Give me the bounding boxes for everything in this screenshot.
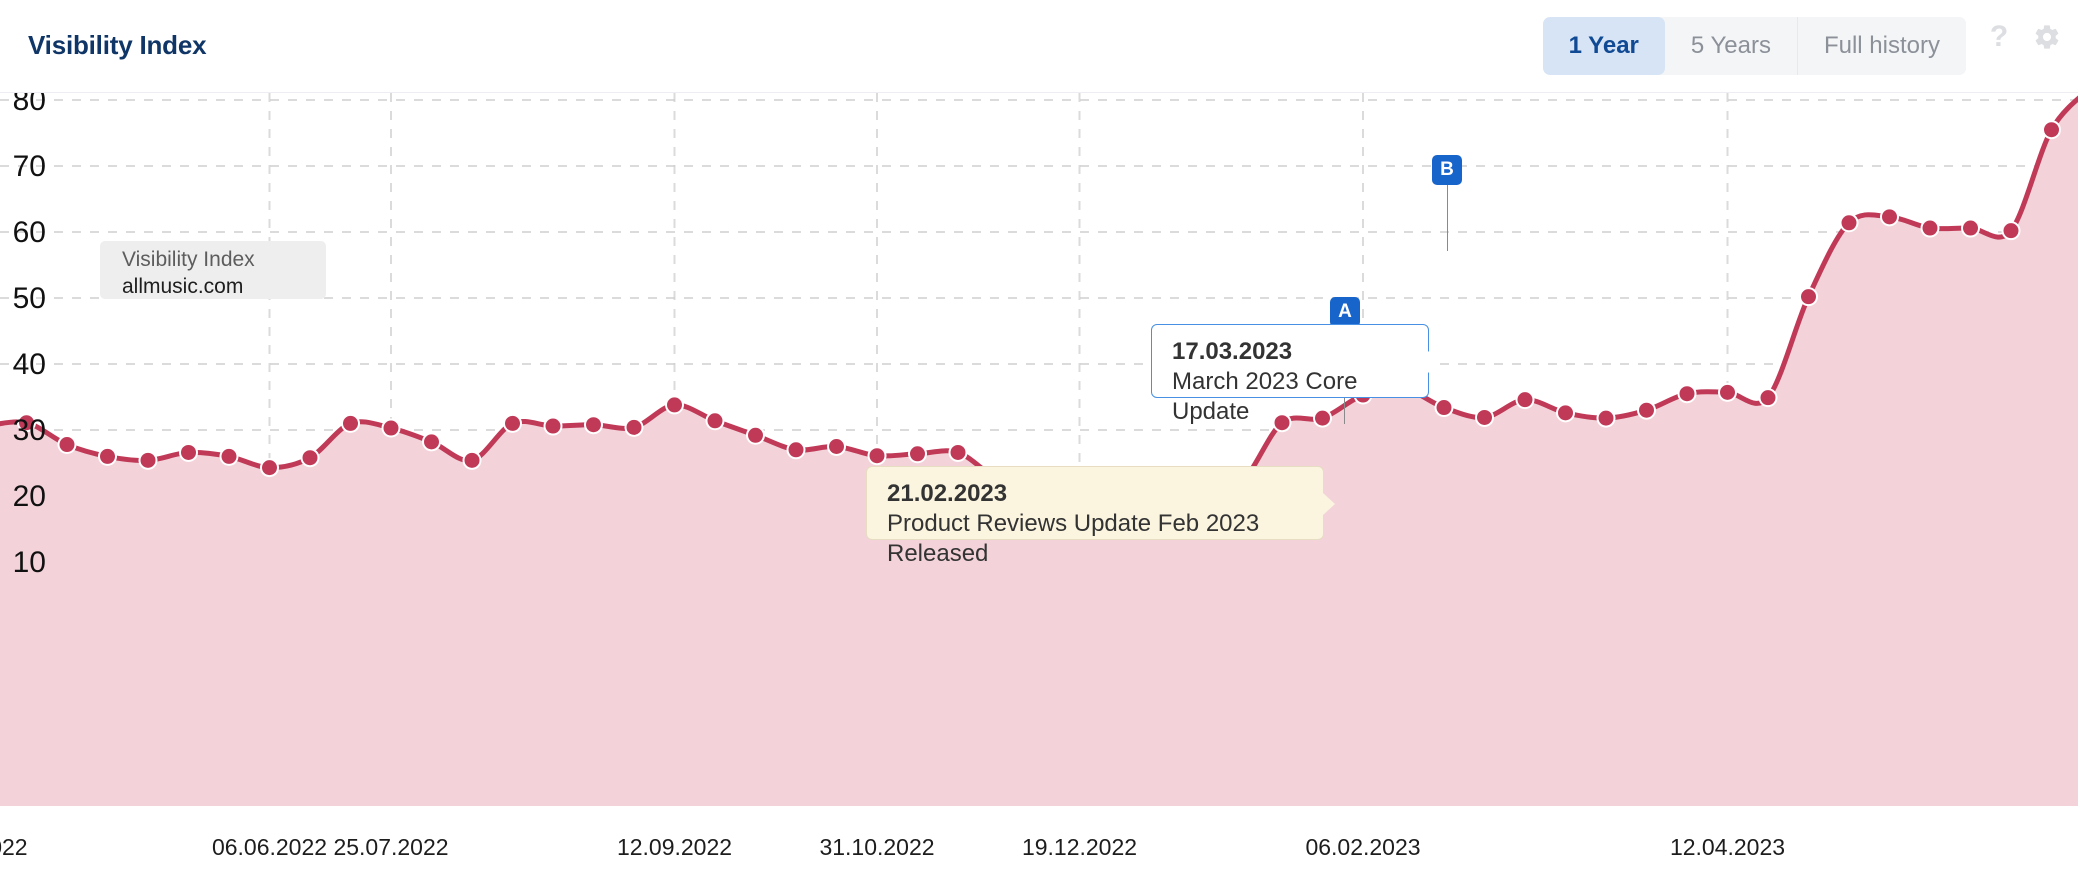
svg-text:40: 40 <box>13 348 46 381</box>
callout-a-tail <box>1323 493 1335 515</box>
x-axis-tick-label: 25.07.2022 <box>333 834 449 860</box>
x-axis-tick-label: 12.09.2022 <box>616 834 733 860</box>
event-callout-a[interactable]: 21.02.2023 Product Reviews Update Feb 20… <box>866 466 1335 567</box>
legend-metric-label: Visibility Index <box>122 248 255 271</box>
svg-text:70: 70 <box>13 150 46 183</box>
visibility-index-panel: Visibility Index 1 Year 5 Years Full his… <box>0 0 2078 896</box>
svg-text:20: 20 <box>13 480 46 513</box>
event-marker-b[interactable]: B <box>1432 155 1462 185</box>
time-range-switch[interactable]: 1 Year 5 Years Full history <box>1542 17 1966 75</box>
event-a-title: Product Reviews Update Feb 2023 Released <box>887 510 1260 568</box>
range-button-full-history[interactable]: Full history <box>1797 17 1966 75</box>
x-axis-tick-label: 06.02.2023 <box>1305 834 1421 860</box>
legend-domain-label: allmusic.com <box>122 275 244 298</box>
range-button-1-year[interactable]: 1 Year <box>1542 17 1665 75</box>
event-b-title: March 2023 Core Update <box>1172 368 1358 426</box>
svg-text:10: 10 <box>13 546 46 579</box>
x-axis-tick-label: 31.10.2022 <box>819 834 935 860</box>
page-title: Visibility Index <box>28 30 207 60</box>
chart-plot-area: 10 20 30 40 50 60 70 80 Visibility Index allmus… <box>0 93 2078 806</box>
x-axis: 04.2022 06.06.202225.07.2022 12.09.2022 31.… <box>0 806 2078 896</box>
visibility-index-area-chart: 10 20 30 40 50 60 70 80 <box>0 93 2078 806</box>
callout-b-tail <box>1428 351 1440 373</box>
svg-text:80: 80 <box>13 93 46 117</box>
event-a-date: 21.02.2023 <box>887 480 1008 507</box>
range-button-5-years[interactable]: 5 Years <box>1664 17 1798 75</box>
event-b-date: 17.03.2023 <box>1172 338 1293 365</box>
panel-header: Visibility Index 1 Year 5 Years Full his… <box>0 0 2078 93</box>
y-axis-labels: 10 20 30 40 50 60 70 80 <box>13 93 46 579</box>
legend-tooltip: Visibility Index allmusic.com <box>100 241 326 299</box>
x-axis-tick-label: 12.04.2023 <box>1669 834 1786 860</box>
x-axis-tick-label: 04.2022 <box>0 834 28 860</box>
svg-text:30: 30 <box>13 414 46 447</box>
event-b-stem <box>1447 185 1448 251</box>
x-axis-tick-label: 19.12.2022 <box>1021 834 1138 860</box>
event-marker-a[interactable]: A <box>1330 297 1360 327</box>
event-callout-b[interactable]: 17.03.2023 March 2023 Core Update <box>1151 324 1440 425</box>
svg-text:60: 60 <box>13 216 46 249</box>
x-axis-tick-label: 06.06.2022 <box>211 834 328 860</box>
question-mark-icon[interactable]: ? <box>1982 20 2016 54</box>
svg-text:50: 50 <box>13 282 46 315</box>
gear-icon[interactable] <box>2030 20 2064 54</box>
